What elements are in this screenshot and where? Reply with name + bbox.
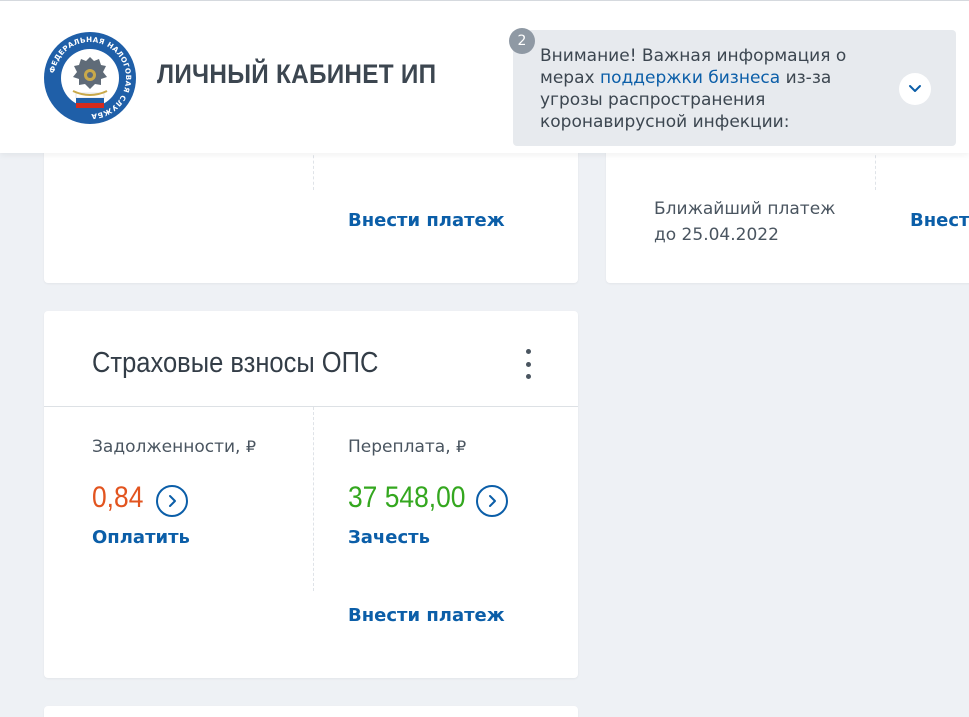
notice-banner[interactable]: Внимание! Важная информация о мерах подд… bbox=[513, 30, 956, 146]
chevron-down-icon[interactable] bbox=[899, 73, 931, 105]
ruble-icon: ₽ bbox=[456, 437, 467, 456]
notice-count-badge: 2 bbox=[509, 28, 535, 54]
make-payment-link[interactable]: Внести платеж bbox=[348, 210, 505, 231]
app-header: ФЕДЕРАЛЬНАЯ НАЛОГОВАЯ СЛУЖБА ЛИЧНЫЙ КАБИ… bbox=[0, 0, 969, 153]
page-title: ЛИЧНЫЙ КАБИНЕТ ИП bbox=[157, 59, 437, 89]
column-divider bbox=[313, 407, 314, 591]
pay-debt-link[interactable]: Оплатить bbox=[92, 527, 190, 548]
fns-logo-icon[interactable]: ФЕДЕРАЛЬНАЯ НАЛОГОВАЯ СЛУЖБА bbox=[43, 31, 137, 125]
overpay-amount: 37 548,00 bbox=[348, 481, 466, 514]
more-options-icon[interactable] bbox=[522, 347, 534, 381]
make-payment-link[interactable]: Внести bbox=[910, 210, 969, 231]
debt-details-arrow-icon[interactable] bbox=[156, 485, 188, 517]
column-divider bbox=[875, 150, 876, 190]
card-divider bbox=[44, 406, 578, 407]
card-title: Страховые взносы ОПС bbox=[92, 347, 379, 379]
next-payment-info: Ближайший платеж до 25.04.2022 bbox=[654, 196, 836, 248]
next-payment-label: Ближайший платеж bbox=[654, 199, 836, 219]
card-insurance-ops: Страховые взносы ОПС Задолженности, ₽ 0,… bbox=[44, 311, 578, 678]
column-divider bbox=[313, 150, 314, 190]
debt-label: Задолженности, ₽ bbox=[92, 437, 257, 457]
business-support-link[interactable]: поддержки бизнеса bbox=[600, 68, 780, 88]
overpay-label: Переплата, ₽ bbox=[348, 437, 467, 457]
make-payment-link[interactable]: Внести платеж bbox=[348, 605, 505, 626]
overpay-details-arrow-icon[interactable] bbox=[476, 485, 508, 517]
notice-text: Внимание! Важная информация о мерах подд… bbox=[540, 46, 847, 132]
offset-overpay-link[interactable]: Зачесть bbox=[348, 527, 430, 548]
next-payment-date: до 25.04.2022 bbox=[654, 225, 779, 245]
ruble-icon: ₽ bbox=[245, 437, 257, 456]
card-next bbox=[44, 706, 578, 717]
debt-amount: 0,84 bbox=[92, 481, 144, 514]
